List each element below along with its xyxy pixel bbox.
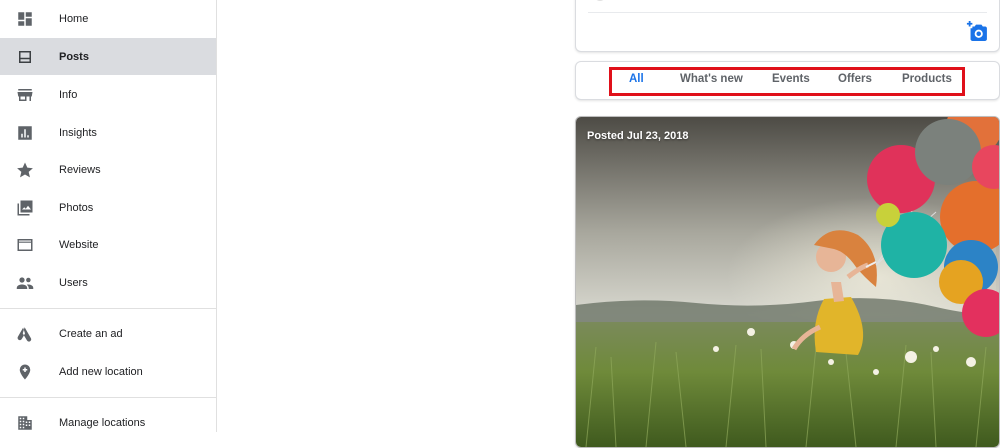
- sidebar-item-manage-locations[interactable]: Manage locations: [0, 404, 216, 441]
- sidebar-item-insights[interactable]: Insights: [0, 114, 216, 151]
- sidebar-item-info[interactable]: Info: [0, 76, 216, 113]
- sidebar-item-label: Add new location: [59, 365, 143, 378]
- star-icon: [16, 161, 34, 179]
- sidebar-item-label: Users: [59, 276, 88, 289]
- sidebar-item-label: Create an ad: [59, 327, 123, 340]
- dashboard-icon: [16, 10, 34, 28]
- manage-locations-icon: [16, 414, 34, 432]
- sidebar-item-label: Insights: [59, 126, 97, 139]
- post-filter-tabs: All What's new Events Offers Products: [575, 61, 1000, 100]
- sidebar-item-label: Reviews: [59, 163, 101, 176]
- sidebar-item-label: Posts: [59, 50, 89, 63]
- sidebar-item-users[interactable]: Users: [0, 264, 216, 301]
- posts-icon: [16, 48, 34, 66]
- sidebar-item-posts[interactable]: Posts: [0, 38, 216, 75]
- sidebar-item-label: Manage locations: [59, 416, 146, 429]
- create-post-card: [575, 0, 1000, 52]
- tab-products[interactable]: Products: [902, 73, 952, 85]
- sidebar-item-add-location[interactable]: Add new location: [0, 353, 216, 390]
- people-icon: [16, 274, 34, 292]
- google-ads-icon: [16, 325, 34, 343]
- card-divider: [588, 12, 987, 13]
- avatar: [594, 0, 606, 1]
- sidebar-item-label: Photos: [59, 201, 94, 214]
- sidebar-nav: Home Posts Info Insights Reviews Photos: [0, 0, 217, 432]
- website-icon: [16, 236, 34, 254]
- storefront-icon: [16, 86, 34, 104]
- photo-library-icon: [16, 199, 34, 217]
- add-location-icon: [16, 363, 34, 381]
- add-photo-icon[interactable]: [965, 21, 987, 41]
- sidebar-divider: [0, 308, 216, 309]
- tab-all[interactable]: All: [629, 73, 644, 85]
- tab-events[interactable]: Events: [772, 73, 810, 85]
- sidebar-divider: [0, 397, 216, 398]
- sidebar-item-label: Home: [59, 12, 89, 25]
- sidebar-item-reviews[interactable]: Reviews: [0, 151, 216, 188]
- sidebar-item-home[interactable]: Home: [0, 0, 216, 37]
- girl-with-balloons-photo: [576, 117, 999, 447]
- sidebar-item-create-ad[interactable]: Create an ad: [0, 315, 216, 352]
- post-date: Posted Jul 23, 2018: [587, 130, 689, 142]
- tab-whats-new[interactable]: What's new: [680, 73, 743, 85]
- post-card[interactable]: Posted Jul 23, 2018: [575, 116, 1000, 448]
- sidebar-item-photos[interactable]: Photos: [0, 189, 216, 226]
- tab-offers[interactable]: Offers: [838, 73, 872, 85]
- insights-chart-icon: [16, 124, 34, 142]
- sidebar-item-label: Info: [59, 88, 78, 101]
- sidebar-item-website[interactable]: Website: [0, 226, 216, 263]
- sidebar-item-label: Website: [59, 238, 99, 251]
